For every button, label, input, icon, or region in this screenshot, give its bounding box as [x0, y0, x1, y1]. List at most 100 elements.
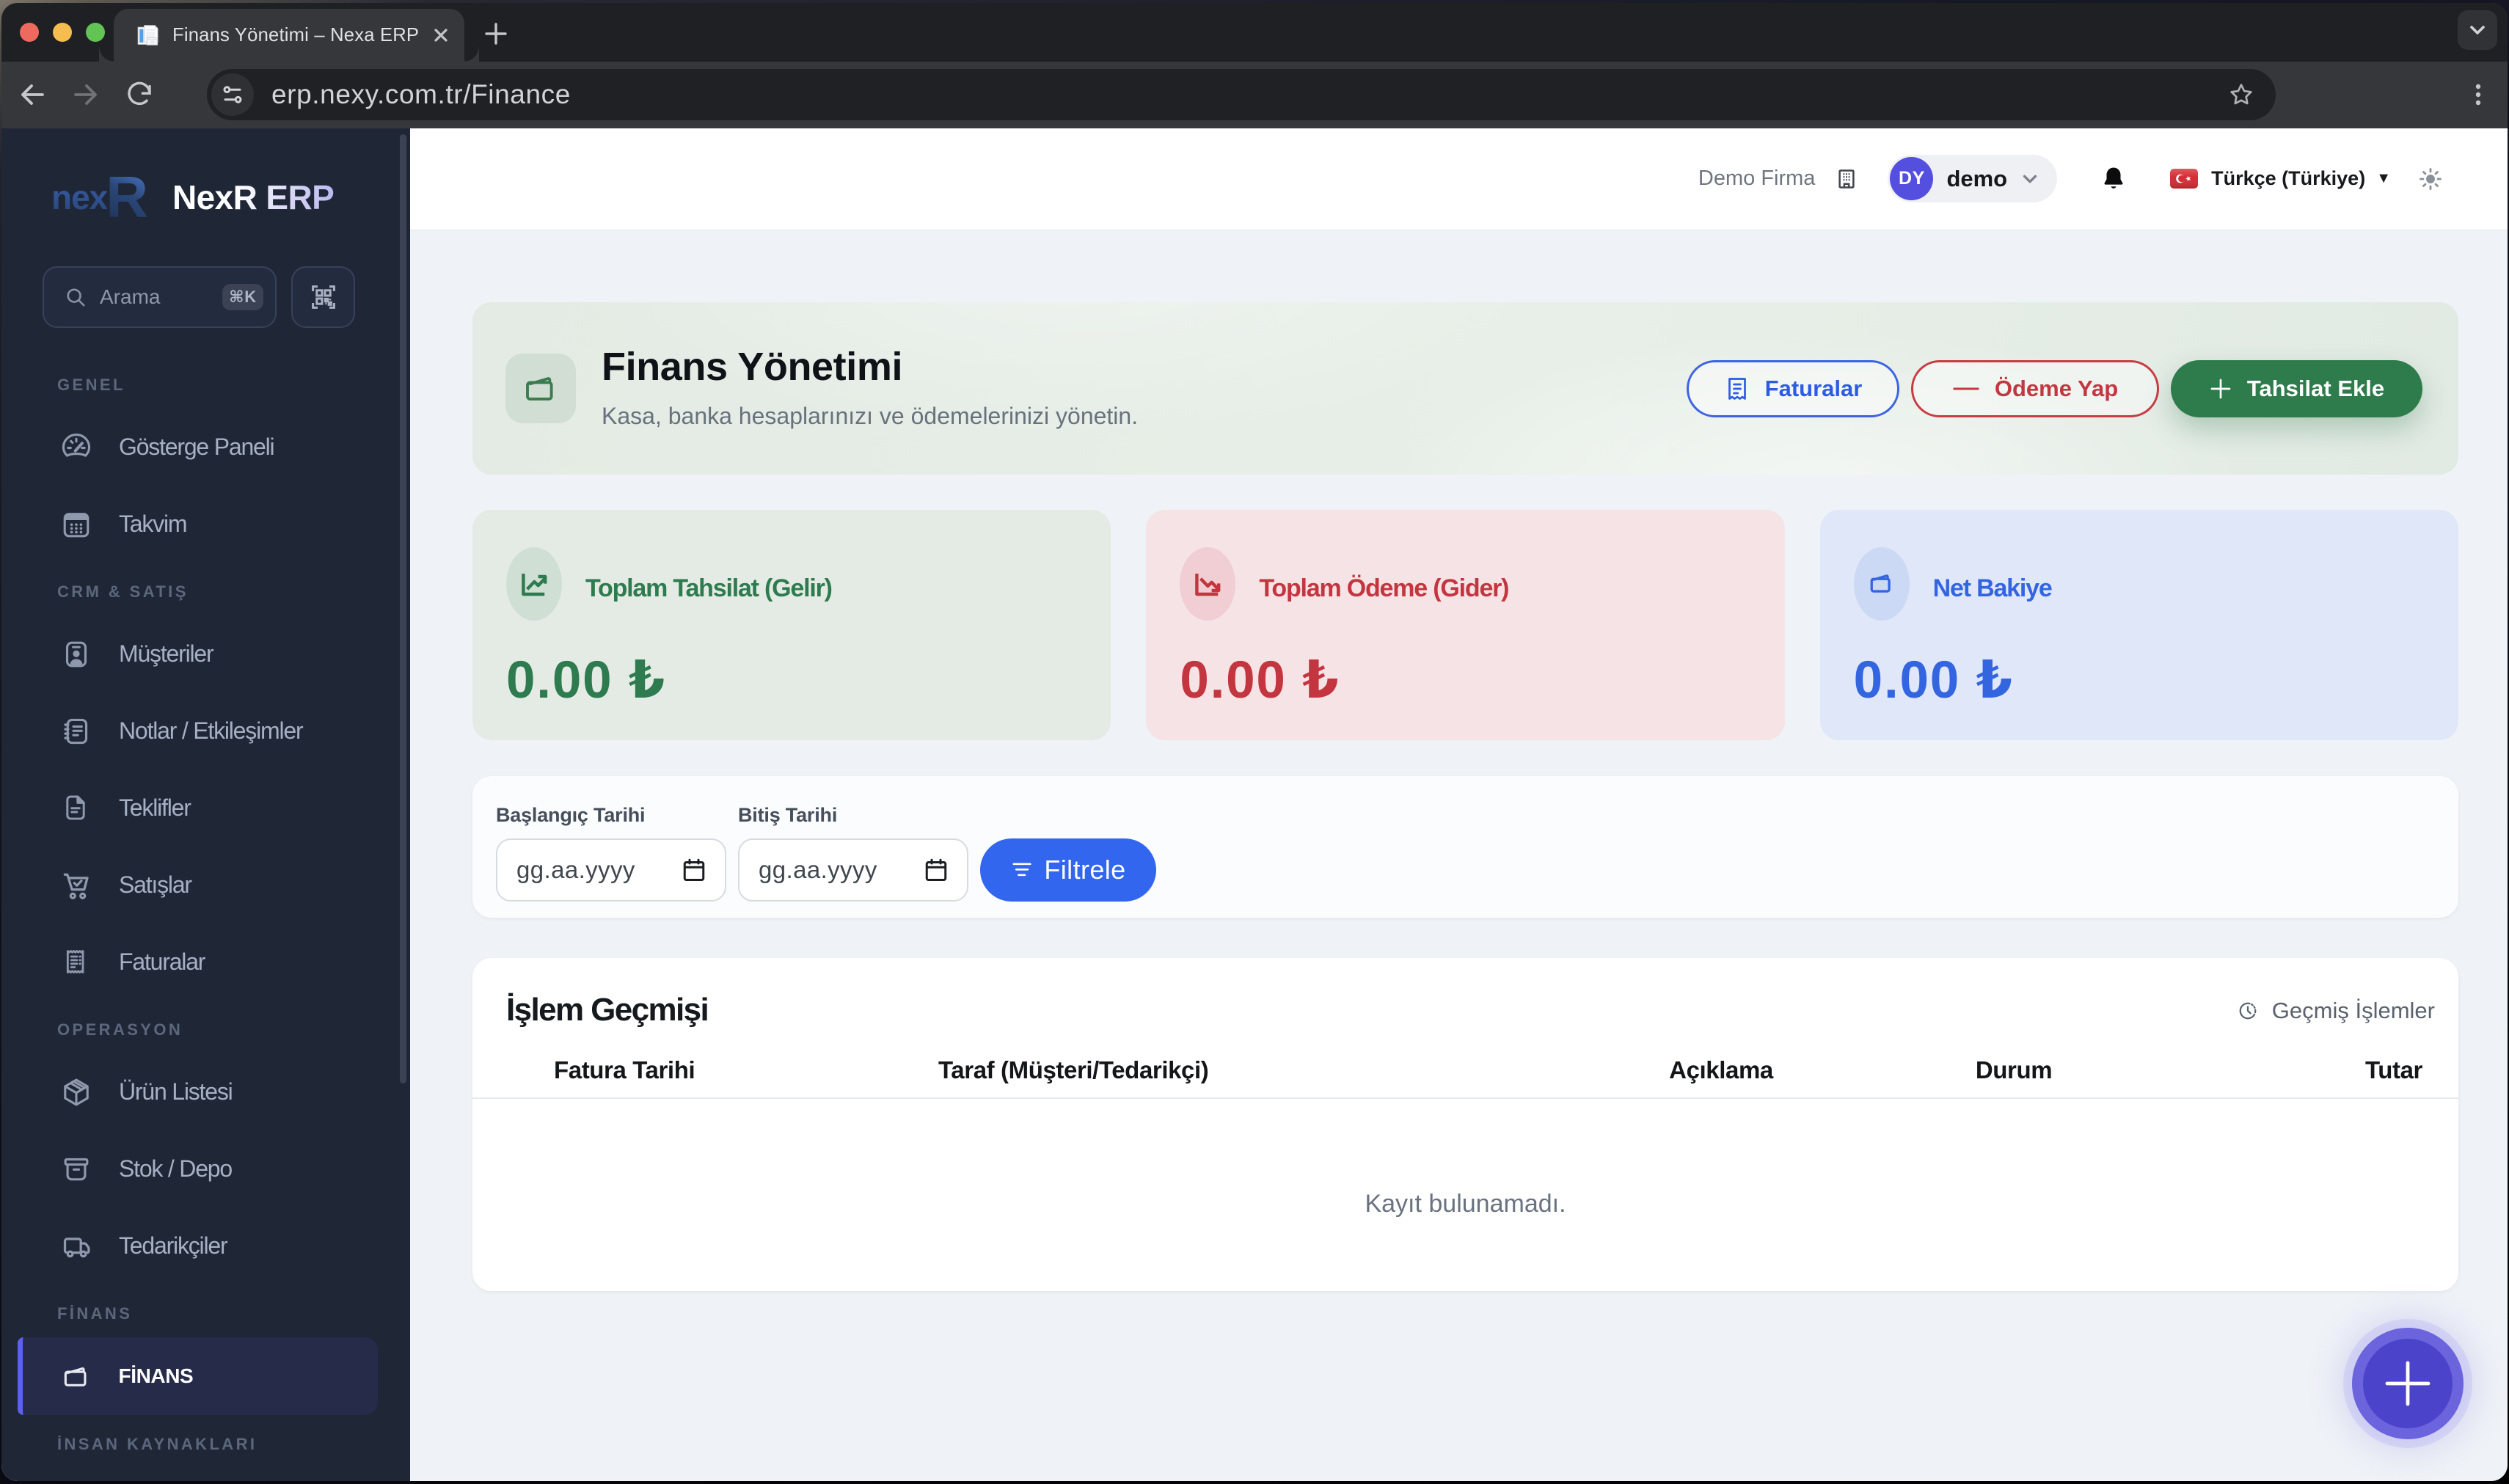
theme-toggle-sun-icon[interactable] [2418, 167, 2443, 191]
language-caret-icon: ▼ [2376, 170, 2391, 187]
history-link[interactable]: Geçmiş İşlemler [2237, 998, 2435, 1024]
stat-value: 0.00 ₺ [1180, 651, 1340, 709]
qr-scan-button[interactable] [291, 266, 355, 328]
sidebar-item-gösterge-paneli[interactable]: Gösterge Paneli [1, 409, 410, 486]
screen: Finans Yönetimi – Nexa ERP erp.nexy.com.… [0, 0, 2509, 1484]
table-divider [472, 1097, 2458, 1099]
add-collection-button[interactable]: Tahsilat Ekle [2171, 359, 2422, 417]
sidebar-scrollbar[interactable] [400, 134, 406, 1083]
user-name: demo [1946, 165, 2008, 191]
traffic-lights[interactable] [19, 22, 106, 43]
nav-item-icon [60, 1361, 91, 1392]
tab-title: Finans Yönetimi – Nexa ERP [172, 24, 420, 45]
browser-tab[interactable]: Finans Yönetimi – Nexa ERP [114, 9, 479, 62]
sidebar-item-satışlar[interactable]: Satışlar [1, 847, 410, 924]
user-chevron-icon [2020, 169, 2039, 189]
stat-card-expense: Toplam Ödeme (Gider) 0.00 ₺ [1146, 510, 1785, 740]
sidebar-item-faturalar[interactable]: Faturalar [1, 924, 410, 1001]
new-tab-button[interactable] [483, 21, 509, 47]
notifications-bell-icon[interactable] [2100, 164, 2128, 194]
stat-label: Toplam Tahsilat (Gelir) [585, 574, 833, 602]
nav-item-label: FİNANS [118, 1364, 194, 1387]
invoices-button-label: Faturalar [1764, 375, 1863, 401]
nav-item-label: Satışlar [119, 871, 192, 898]
column-header-amount: Tutar [2364, 1056, 2422, 1083]
stat-label: Toplam Ödeme (Gider) [1259, 574, 1509, 602]
page-subtitle: Kasa, banka hesaplarınızı ve ödemelerini… [602, 403, 1139, 430]
column-header-status: Durum [1975, 1056, 2053, 1083]
site-settings-icon[interactable] [211, 73, 254, 116]
user-avatar[interactable]: DY [1890, 157, 1934, 201]
start-date-input[interactable]: gg.aa.yyyy [496, 838, 726, 902]
hero-banner: Finans Yönetimi Kasa, banka hesaplarınız… [472, 302, 2458, 475]
brand-mark-nex: nex [51, 178, 108, 216]
zoom-window-button[interactable] [85, 22, 106, 43]
sidebar-search-input[interactable]: Arama ⌘K [43, 266, 277, 328]
nav-item-icon [60, 1230, 91, 1261]
minimize-window-button[interactable] [52, 22, 73, 43]
add-collection-button-label: Tahsilat Ekle [2246, 375, 2385, 401]
nav-item-label: Notlar / Etkileşimler [119, 717, 304, 744]
tab-strip: Finans Yönetimi – Nexa ERP [1, 3, 2508, 62]
bookmark-star-icon[interactable] [2227, 81, 2255, 109]
nav-item-label: Tedarikçiler [119, 1232, 228, 1259]
calendar-icon[interactable] [923, 857, 949, 883]
sidebar-item-müşteriler[interactable]: Müşteriler [1, 615, 410, 692]
stat-value: 0.00 ₺ [1853, 651, 2014, 709]
sidebar-item-teklifler[interactable]: Teklifler [1, 770, 410, 847]
nav-section-label: FİNANS [57, 1304, 133, 1323]
sidebar-item-stok-depo[interactable]: Stok / Depo [1, 1130, 410, 1207]
brand-mark-r: R [106, 164, 148, 230]
turkish-flag-icon [2170, 169, 2199, 189]
reload-icon[interactable] [124, 79, 155, 110]
language-selector[interactable]: Türkçe (Türkiye) [2211, 167, 2365, 190]
end-date-input[interactable]: gg.aa.yyyy [738, 838, 968, 902]
back-icon[interactable] [16, 78, 48, 111]
url-text[interactable]: erp.nexy.com.tr/Finance [271, 79, 2227, 110]
nav-section-label: CRM & SATIŞ [57, 582, 189, 601]
sidebar-item-ürün-listesi[interactable]: Ürün Listesi [1, 1053, 410, 1130]
forward-icon[interactable] [70, 78, 102, 111]
nav-section-label: İNSAN KAYNAKLARI [57, 1434, 258, 1453]
minus-icon [1952, 376, 1980, 402]
nav-item-icon [60, 431, 91, 462]
nav-section-label: GENEL [57, 375, 125, 394]
stat-card-balance: Net Bakiye 0.00 ₺ [1819, 510, 2458, 740]
sidebar-item-notlar-etkileşimler[interactable]: Notlar / Etkileşimler [1, 692, 410, 770]
nav-item-label: Takvim [119, 510, 188, 537]
brand-name: NexR ERP [172, 178, 335, 216]
user-menu[interactable]: DY demo [1888, 155, 2058, 203]
pay-button-label: Ödeme Yap [1994, 375, 2119, 401]
close-window-button[interactable] [19, 22, 40, 43]
receipt-icon [1724, 376, 1750, 402]
tab-search-chevron-button[interactable] [2458, 10, 2497, 50]
building-icon[interactable] [1836, 167, 1858, 191]
wallet-icon [1853, 547, 1910, 621]
sidebar: nex R NexR ERP Arama ⌘K GENEL Gösterge P… [1, 128, 410, 1481]
nav-item-label: Müşteriler [119, 640, 214, 667]
search-shortcut-badge: ⌘K [222, 283, 263, 310]
invoices-button[interactable]: Faturalar [1687, 359, 1899, 417]
search-placeholder: Arama [100, 285, 161, 308]
transactions-card: İşlem Geçmişi Geçmiş İşlemler Fatura Tar… [472, 957, 2458, 1291]
nav-item-label: Faturalar [119, 948, 205, 975]
column-header-description: Açıklama [1669, 1056, 1773, 1083]
sidebar-item-tedarikçiler[interactable]: Tedarikçiler [1, 1207, 410, 1284]
search-icon [65, 286, 87, 308]
tab-close-icon[interactable] [429, 23, 453, 47]
nav-item-label: Ürün Listesi [119, 1078, 233, 1105]
filter-button[interactable]: Filtrele [980, 838, 1156, 902]
browser-toolbar: erp.nexy.com.tr/Finance [1, 62, 2508, 128]
filter-button-label: Filtrele [1044, 854, 1126, 885]
filter-panel: Başlangıç Tarihi gg.aa.yyyy Bitiş Tarihi [472, 775, 2458, 918]
start-date-label: Başlangıç Tarihi [496, 803, 646, 826]
sidebar-item-fi-nans[interactable]: FİNANS [17, 1337, 378, 1415]
clock-icon [2237, 1000, 2259, 1022]
address-bar[interactable]: erp.nexy.com.tr/Finance [207, 69, 2276, 120]
calendar-icon[interactable] [681, 857, 707, 883]
browser-menu-icon[interactable] [2465, 81, 2491, 108]
sidebar-item-takvim[interactable]: Takvim [1, 486, 410, 563]
nav-item-icon [60, 946, 91, 977]
pay-button[interactable]: Ödeme Yap [1911, 359, 2159, 417]
fab-add-button[interactable] [2352, 1328, 2464, 1439]
